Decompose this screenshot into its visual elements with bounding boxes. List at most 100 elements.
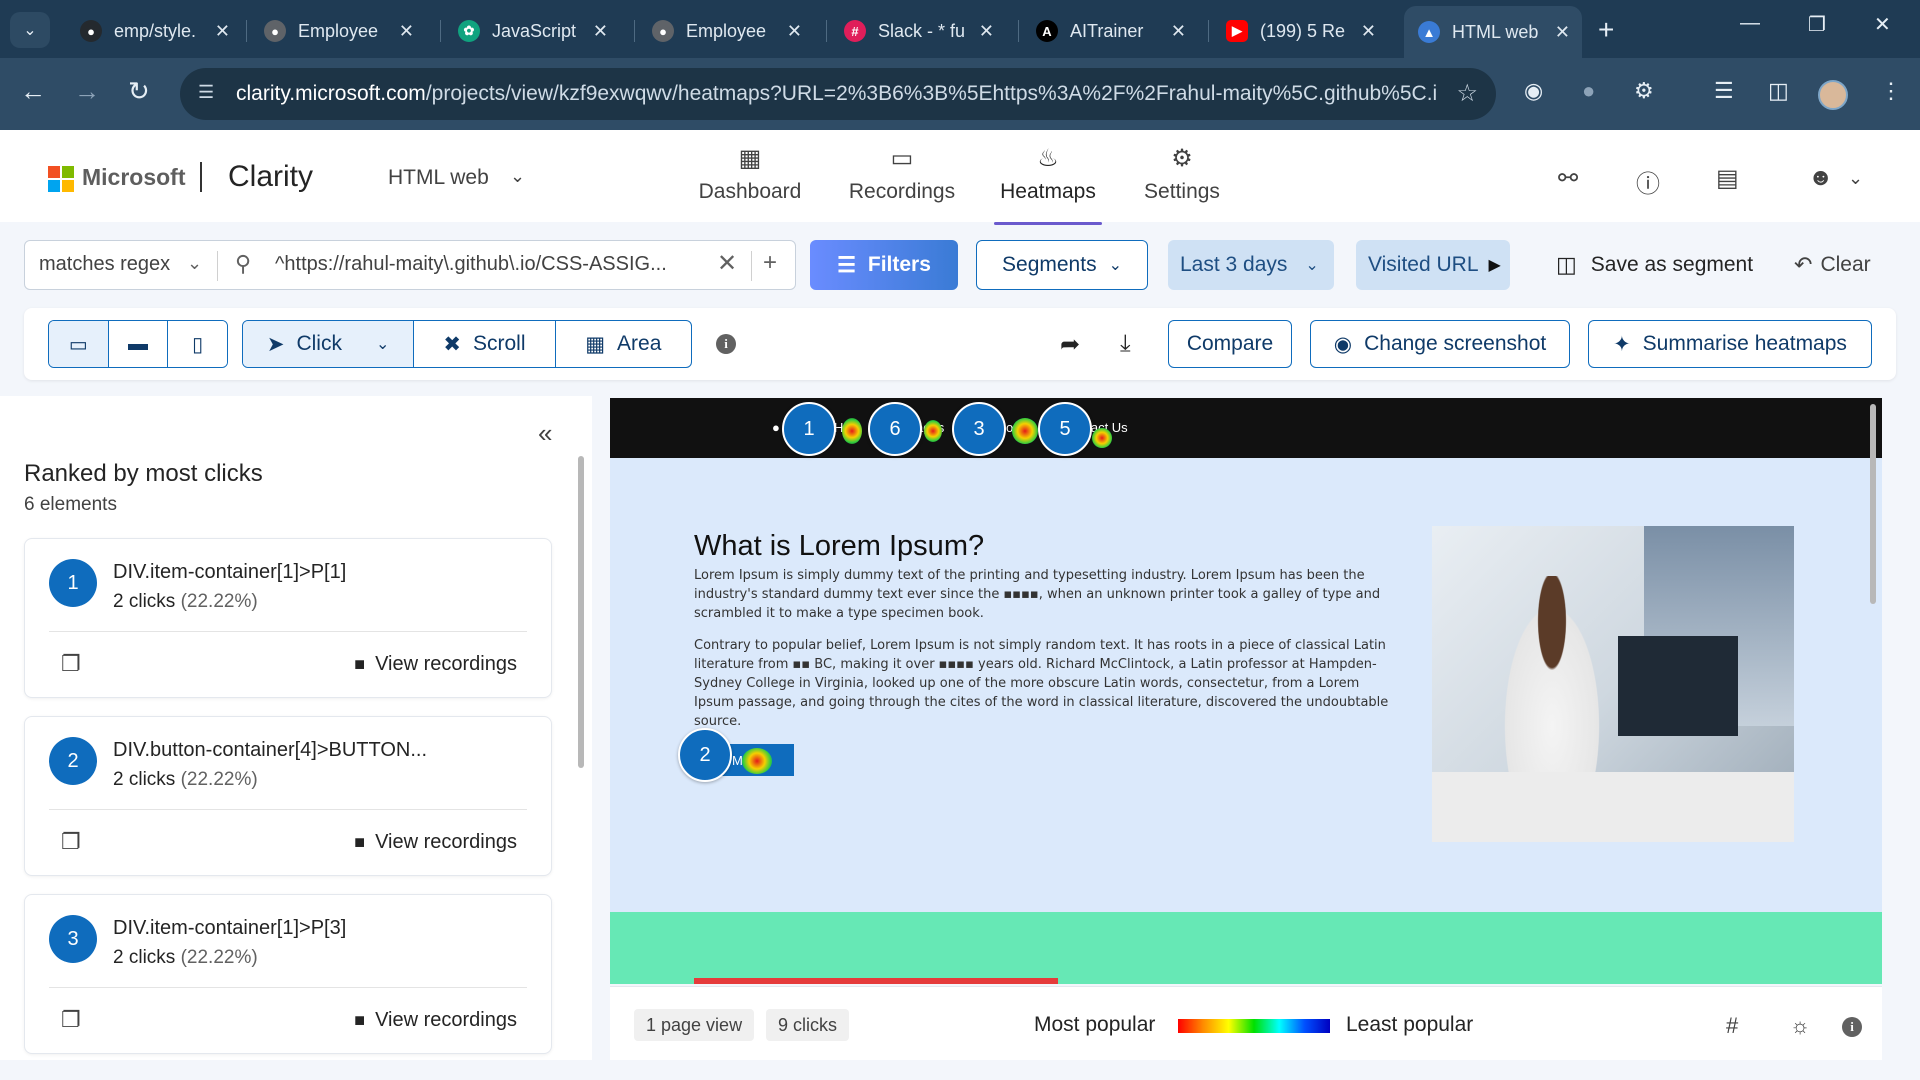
cursor-icon: ➤ bbox=[266, 332, 285, 356]
download-icon[interactable]: ⤓ bbox=[1120, 330, 1131, 358]
brand-name[interactable]: Clarity bbox=[228, 160, 313, 194]
scroll-mode-button[interactable]: ✖ Scroll bbox=[414, 321, 556, 367]
click-rank-marker[interactable]: 1 bbox=[782, 402, 836, 456]
close-tab-icon[interactable]: ✕ bbox=[979, 21, 994, 42]
summarise-heatmaps-button[interactable]: ✦ Summarise heatmaps bbox=[1588, 320, 1872, 368]
compare-button[interactable]: Compare bbox=[1168, 320, 1292, 368]
close-window-button[interactable]: ✕ bbox=[1874, 12, 1891, 37]
panel-scrollbar[interactable] bbox=[578, 456, 584, 768]
tablet-device-button[interactable]: ▬ bbox=[108, 321, 169, 367]
browser-tab[interactable]: ▶ (199) 5 Re ✕ bbox=[1212, 8, 1388, 54]
add-url-icon[interactable]: + bbox=[763, 249, 777, 277]
view-recordings-link[interactable]: ■ View recordings bbox=[354, 1009, 517, 1032]
clear-button[interactable]: ↶ Clear bbox=[1794, 252, 1871, 278]
chevron-down-icon[interactable]: ⌄ bbox=[376, 334, 389, 354]
segments-button[interactable]: Segments ⌄ bbox=[976, 240, 1148, 290]
area-mode-button[interactable]: ▦ Area bbox=[556, 321, 691, 367]
click-mode-button[interactable]: ➤ Click ⌄ bbox=[243, 321, 415, 367]
list-item[interactable]: 2 DIV.button-container[4]>BUTTON... 2 cl… bbox=[24, 716, 552, 876]
info-icon[interactable]: i bbox=[1842, 1017, 1862, 1037]
hide-markers-icon[interactable]: # bbox=[1726, 1013, 1738, 1039]
extension-icon[interactable]: ● bbox=[1582, 78, 1595, 104]
chevron-down-icon[interactable]: ⌄ bbox=[510, 166, 525, 187]
summarise-label: Summarise heatmaps bbox=[1642, 332, 1847, 355]
save-as-segment-button[interactable]: ◫ Save as segment bbox=[1556, 252, 1753, 278]
close-tab-icon[interactable]: ✕ bbox=[787, 21, 802, 42]
back-button[interactable]: ← bbox=[20, 76, 46, 107]
browser-tab[interactable]: ● emp/style. ✕ bbox=[66, 8, 242, 54]
profile-avatar[interactable] bbox=[1818, 80, 1848, 110]
visited-url-chip[interactable]: Visited URL ▶ bbox=[1356, 240, 1510, 290]
media-control-icon[interactable]: ☰ bbox=[1714, 78, 1734, 104]
nav-dashboard[interactable]: ▦ Dashboard bbox=[690, 144, 810, 204]
new-tab-button[interactable]: + bbox=[1598, 14, 1614, 46]
browser-tab[interactable]: # Slack - * fu ✕ bbox=[830, 8, 1006, 54]
click-rank-marker[interactable]: 3 bbox=[952, 402, 1006, 456]
restore-button[interactable]: ❐ bbox=[1808, 12, 1826, 37]
address-bar[interactable]: ☰ clarity.microsoft.com/projects/view/kz… bbox=[180, 68, 1496, 120]
desktop-device-button[interactable]: ▭ bbox=[49, 321, 109, 367]
filters-button[interactable]: ☰ Filters bbox=[810, 240, 958, 290]
share-icon[interactable]: ➦ bbox=[1060, 330, 1080, 359]
view-recordings-label: View recordings bbox=[375, 1009, 517, 1031]
view-recordings-link[interactable]: ■ View recordings bbox=[354, 653, 517, 676]
close-tab-icon[interactable]: ✕ bbox=[1171, 21, 1186, 42]
account-icon[interactable]: ☻ bbox=[1808, 164, 1833, 192]
copy-icon[interactable]: ❐ bbox=[61, 1007, 81, 1033]
share-users-icon[interactable]: ⚯ bbox=[1558, 164, 1578, 193]
url-text[interactable]: clarity.microsoft.com/projects/view/kzf9… bbox=[236, 82, 1436, 106]
list-item[interactable]: 3 DIV.item-container[1]>P[3] 2 clicks (2… bbox=[24, 894, 552, 1054]
reload-button[interactable]: ↻ bbox=[128, 76, 150, 107]
nav-label: Heatmaps bbox=[1000, 180, 1096, 203]
browser-tab[interactable]: ● Employee ✕ bbox=[250, 8, 426, 54]
url-regex-input[interactable]: ^https://rahul-maity\.github\.io/CSS-ASS… bbox=[275, 253, 715, 276]
click-rank-marker[interactable]: 2 bbox=[678, 728, 732, 782]
browser-tab[interactable]: A AITrainer ✕ bbox=[1022, 8, 1198, 54]
site-info-icon[interactable]: ☰ bbox=[198, 82, 222, 106]
nav-recordings[interactable]: ▭ Recordings bbox=[842, 144, 962, 204]
project-selector[interactable]: HTML web bbox=[388, 166, 489, 190]
nav-heatmaps[interactable]: ♨ Heatmaps bbox=[988, 144, 1108, 225]
close-tab-icon[interactable]: ✕ bbox=[215, 21, 230, 42]
browser-tab-active[interactable]: ▲ HTML web ✕ bbox=[1404, 6, 1582, 58]
bookmark-star-icon[interactable]: ☆ bbox=[1456, 79, 1478, 108]
close-tab-icon[interactable]: ✕ bbox=[593, 21, 608, 42]
extensions-puzzle-icon[interactable]: ⚙ bbox=[1634, 78, 1654, 104]
clear-input-icon[interactable]: ✕ bbox=[717, 249, 737, 278]
close-tab-icon[interactable]: ✕ bbox=[1361, 21, 1376, 42]
nav-settings[interactable]: ⚙ Settings bbox=[1122, 144, 1242, 204]
change-screenshot-button[interactable]: ◉ Change screenshot bbox=[1310, 320, 1570, 368]
tab-divider bbox=[440, 20, 441, 42]
extension-icon[interactable]: ◉ bbox=[1524, 78, 1543, 104]
click-rank-marker[interactable]: 6 bbox=[868, 402, 922, 456]
minimize-button[interactable]: — bbox=[1740, 12, 1760, 35]
list-item[interactable]: 1 DIV.item-container[1]>P[1] 2 clicks (2… bbox=[24, 538, 552, 698]
brightness-icon[interactable]: ☼ bbox=[1790, 1013, 1810, 1039]
close-tab-icon[interactable]: ✕ bbox=[399, 21, 414, 42]
browser-tab[interactable]: ● Employee ✕ bbox=[638, 8, 814, 54]
browser-menu-icon[interactable]: ⋮ bbox=[1880, 78, 1902, 104]
operator-dropdown[interactable]: matches regex bbox=[39, 253, 170, 276]
chevron-down-icon[interactable]: ⌄ bbox=[187, 253, 202, 274]
side-panel-icon[interactable]: ◫ bbox=[1768, 78, 1789, 104]
play-arrow-icon[interactable]: ▶ bbox=[1489, 255, 1501, 275]
view-recordings-link[interactable]: ■ View recordings bbox=[354, 831, 517, 854]
document-icon[interactable]: ▤ bbox=[1716, 164, 1739, 193]
collapse-panel-icon[interactable]: « bbox=[538, 418, 552, 449]
copy-icon[interactable]: ❐ bbox=[61, 651, 81, 677]
preview-scrollbar[interactable] bbox=[1870, 404, 1876, 604]
copy-icon[interactable]: ❐ bbox=[61, 829, 81, 855]
video-icon: ■ bbox=[354, 654, 366, 674]
chevron-down-icon[interactable]: ⌄ bbox=[1848, 168, 1863, 189]
heatmap-canvas[interactable]: ● Hom ages out ntact Us 1 6 3 5 What is … bbox=[610, 398, 1882, 984]
help-icon[interactable]: ⓘ bbox=[1636, 164, 1660, 199]
divider bbox=[49, 809, 527, 810]
mobile-device-button[interactable]: ▯ bbox=[168, 321, 227, 367]
forward-button[interactable]: → bbox=[74, 76, 100, 107]
info-icon[interactable]: i bbox=[716, 334, 736, 354]
close-tab-icon[interactable]: ✕ bbox=[1555, 22, 1570, 43]
click-rank-marker[interactable]: 5 bbox=[1038, 402, 1092, 456]
browser-tab[interactable]: ✿ JavaScript ✕ bbox=[444, 8, 620, 54]
date-range-button[interactable]: Last 3 days ⌄ bbox=[1168, 240, 1334, 290]
tab-search-button[interactable]: ⌄ bbox=[10, 12, 50, 48]
